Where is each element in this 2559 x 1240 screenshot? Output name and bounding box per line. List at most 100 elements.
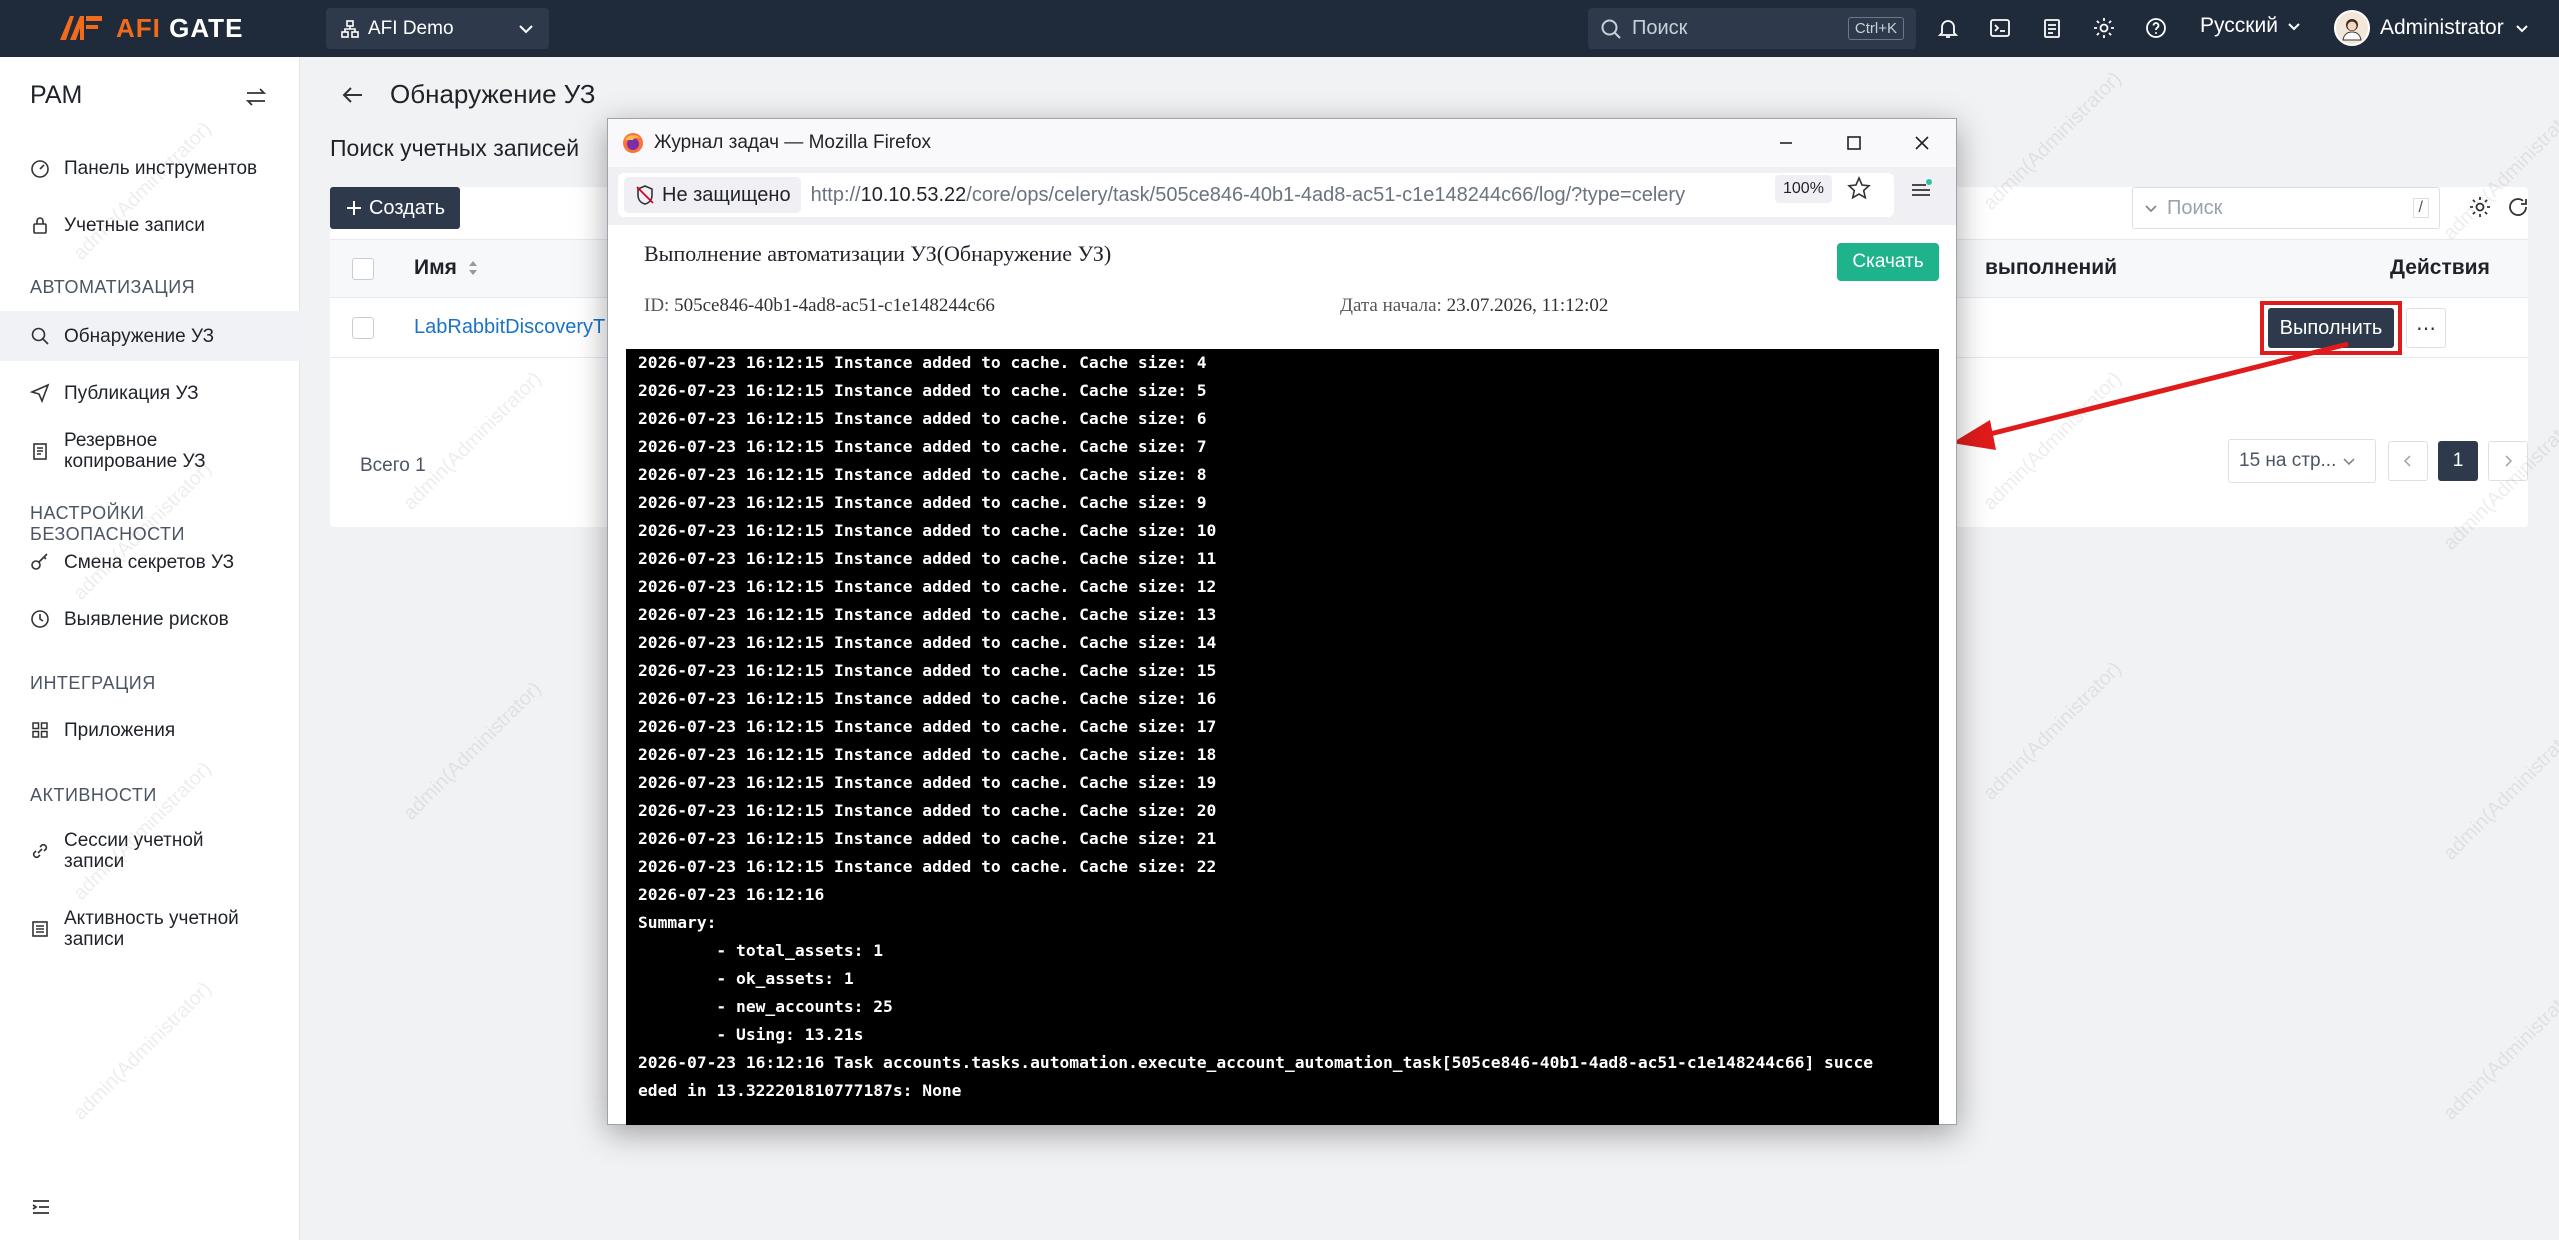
top-bar: AFI GATE AFI Demo Поиск Ctrl+K Русский A… [0, 0, 2559, 57]
sidebar-item-discovery[interactable]: Обнаружение УЗ [0, 311, 300, 361]
table-search-input[interactable]: Поиск / [2132, 187, 2440, 229]
menu-icon[interactable] [1908, 177, 1934, 203]
maximize-icon [1847, 136, 1861, 150]
log-line: 2026-07-23 16:12:15 Instance added to ca… [638, 465, 1207, 484]
sidebar-section-activity: АКТИВНОСТИ [30, 785, 157, 805]
user-menu[interactable]: Administrator [2334, 10, 2530, 46]
column-name[interactable]: Имя [414, 256, 479, 280]
log-line: - total_assets: 1 [638, 941, 884, 960]
user-name: Administrator [2380, 16, 2504, 39]
swap-icon[interactable] [244, 85, 268, 109]
brand-part1: AFI [116, 12, 161, 43]
search-shortcut: Ctrl+K [1847, 17, 1904, 40]
sidebar-item-apps[interactable]: Приложения [0, 705, 300, 755]
task-id: ID: 505ce846-40b1-4ad8-ac51-c1e148244c66 [644, 295, 995, 316]
not-secure-badge[interactable]: Не защищено [624, 177, 801, 213]
sidebar-item-activity[interactable]: Активность учетной записи [0, 897, 300, 961]
gear-icon[interactable] [2088, 12, 2120, 44]
logo[interactable]: AFI GATE [56, 10, 243, 46]
url-bar: Не защищено http://10.10.53.22/core/ops/… [608, 167, 1956, 225]
sidebar-item-publish[interactable]: Публикация УЗ [0, 368, 300, 418]
log-line: 2026-07-23 16:12:15 Instance added to ca… [638, 353, 1207, 372]
sidebar-item-accounts[interactable]: Учетные записи [0, 200, 300, 250]
log-line: - ok_assets: 1 [638, 969, 854, 988]
terminal-icon[interactable] [1984, 12, 2016, 44]
row-checkbox[interactable] [352, 317, 374, 339]
collapse-menu-icon[interactable] [30, 1196, 52, 1218]
next-page-button[interactable] [2488, 441, 2528, 481]
log-heading: Выполнение автоматизации УЗ(Обнаружение … [644, 241, 1112, 266]
page-title: Обнаружение УЗ [390, 79, 596, 109]
search-icon [1601, 19, 1621, 39]
select-all-checkbox[interactable] [352, 258, 374, 280]
log-line: 2026-07-23 16:12:15 Instance added to ca… [638, 633, 1217, 652]
create-button[interactable]: Создать [330, 187, 460, 229]
log-line: 2026-07-23 16:12:16 [638, 885, 825, 904]
column-executions: выполнений [1985, 256, 2118, 279]
log-line: eded in 13.322201810777187s: None [638, 1081, 962, 1100]
sidebar-item-label: Учетные записи [64, 214, 205, 236]
row-name-link[interactable]: LabRabbitDiscoveryT [414, 316, 605, 339]
chevron-left-icon [2403, 455, 2411, 467]
start-date: Дата начала: 23.07.2026, 11:12:02 [1340, 295, 1609, 316]
column-actions: Действия [2390, 256, 2490, 279]
back-arrow-icon[interactable] [340, 82, 366, 108]
minimize-button[interactable] [1752, 119, 1820, 167]
search-icon [31, 327, 49, 345]
log-line: 2026-07-23 16:12:15 Instance added to ca… [638, 409, 1207, 428]
window-title: Журнал задач — Mozilla Firefox [654, 132, 932, 153]
page-1-button[interactable]: 1 [2438, 441, 2478, 481]
avatar [2334, 10, 2370, 46]
maximize-button[interactable] [1820, 119, 1888, 167]
plus-icon [346, 201, 361, 215]
key-icon [31, 553, 48, 570]
sidebar-item-dashboard[interactable]: Панель инструментов [0, 143, 300, 193]
address-field[interactable]: Не защищено http://10.10.53.22/core/ops/… [618, 173, 1894, 217]
sidebar-section-automation: АВТОМАТИЗАЦИЯ [30, 277, 196, 297]
log-line: 2026-07-23 16:12:15 Instance added to ca… [638, 661, 1217, 680]
sidebar-item-secret-change[interactable]: Смена секретов УЗ [0, 537, 300, 587]
sidebar-section-integration: ИНТЕГРАЦИЯ [30, 673, 156, 693]
chevron-down-icon [2343, 458, 2355, 466]
chevron-right-icon [2505, 455, 2513, 467]
log-line: 2026-07-23 16:12:15 Instance added to ca… [638, 745, 1217, 764]
language-label: Русский [2200, 14, 2278, 37]
download-button[interactable]: Скачать [1837, 243, 1939, 281]
sidebar-item-sessions[interactable]: Сессии учетной записи [0, 819, 300, 883]
language-select[interactable]: Русский [2200, 14, 2302, 38]
chevron-down-icon [2515, 25, 2528, 33]
global-search[interactable]: Поиск Ctrl+K [1588, 8, 1916, 49]
page-size-select[interactable]: 15 на стр... [2228, 439, 2376, 483]
close-icon [1915, 136, 1929, 150]
more-actions-button[interactable]: ⋯ [2406, 308, 2446, 348]
clipboard-icon[interactable] [2036, 12, 2068, 44]
prev-page-button[interactable] [2388, 441, 2428, 481]
gear-icon[interactable] [2468, 195, 2492, 219]
clock-icon [31, 610, 49, 628]
sidebar-item-label: Панель инструментов [64, 157, 258, 179]
zoom-level[interactable]: 100% [1775, 175, 1832, 203]
sidebar-item-backup[interactable]: Резервное копирование УЗ [0, 419, 300, 483]
bell-icon[interactable] [1932, 12, 1964, 44]
filter-shortcut: / [2412, 198, 2429, 218]
run-button[interactable]: Выполнить [2268, 308, 2394, 348]
star-icon[interactable] [1846, 175, 1872, 201]
org-icon [341, 19, 359, 38]
sort-icon [468, 261, 477, 275]
close-button[interactable] [1888, 119, 1956, 167]
firefox-icon [623, 133, 643, 153]
log-line: 2026-07-23 16:12:16 Task accounts.tasks.… [638, 1053, 1874, 1072]
log-line: - Using: 13.21s [638, 1025, 864, 1044]
chevron-down-icon [2145, 205, 2157, 213]
org-select[interactable]: AFI Demo [326, 8, 549, 49]
help-icon[interactable] [2140, 12, 2172, 44]
refresh-icon[interactable] [2506, 195, 2530, 219]
log-line: 2026-07-23 16:12:15 Instance added to ca… [638, 801, 1217, 820]
sidebar-item-label: Смена секретов УЗ [64, 551, 235, 573]
log-line: 2026-07-23 16:12:15 Instance added to ca… [638, 829, 1217, 848]
log-line: 2026-07-23 16:12:15 Instance added to ca… [638, 605, 1217, 624]
search-placeholder: Поиск [1632, 17, 1688, 39]
log-line: 2026-07-23 16:12:15 Instance added to ca… [638, 717, 1217, 736]
log-line: 2026-07-23 16:12:15 Instance added to ca… [638, 549, 1217, 568]
sidebar-item-risks[interactable]: Выявление рисков [0, 594, 300, 644]
